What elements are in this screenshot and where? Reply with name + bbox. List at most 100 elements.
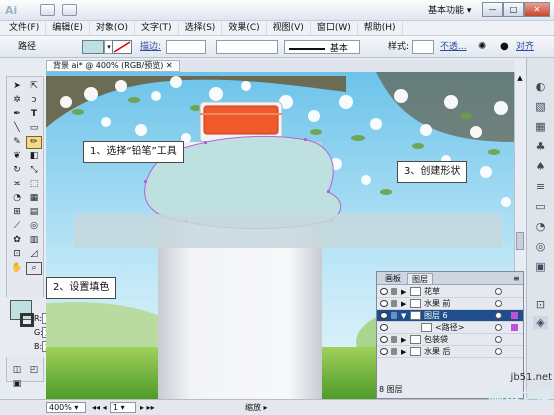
transparency-icon[interactable]: ◔ [533,220,548,233]
target-icon[interactable] [495,288,502,295]
blend-tool-icon[interactable]: ◎ [27,221,41,232]
bridge-button[interactable] [40,4,55,16]
type-tool-icon[interactable]: T [27,109,41,120]
target-icon[interactable] [495,312,502,319]
expand-triangle-icon[interactable]: ▶ [401,347,406,358]
zoom-field[interactable]: 400% ▾ [46,402,86,413]
panel-menu-icon[interactable]: ≡ [509,273,524,284]
fill-swatch[interactable] [82,40,104,54]
menu-edit[interactable]: 编辑(E) [46,21,90,35]
artboards-icon[interactable]: ⊡ [533,298,548,311]
scroll-up-icon[interactable]: ▲ [516,74,524,82]
expand-triangle-icon[interactable]: ▶ [401,335,406,346]
vertical-scroll-thumb[interactable] [516,232,524,250]
isolate-icon[interactable]: ● [500,41,509,53]
pen-tool-icon[interactable]: ✒ [10,109,24,120]
stroke-weight-field[interactable] [166,40,206,54]
close-button[interactable]: ✕ [524,2,550,17]
lock-icon[interactable] [391,288,397,295]
draw-normal-icon[interactable]: ◫ [10,365,24,376]
layer-row[interactable]: ▶ 水果 后 [377,346,523,358]
direct-selection-tool-icon[interactable]: ⇱ [27,81,41,92]
menu-object[interactable]: 对象(O) [90,21,136,35]
gradient-tool-icon[interactable]: ▤ [27,207,41,218]
color-guide-icon[interactable]: ▧ [533,100,548,113]
symbols-icon[interactable]: ♠ [533,160,548,173]
stroke-swatch[interactable] [112,40,132,54]
magic-wand-tool-icon[interactable]: ✲ [10,95,24,106]
visibility-icon[interactable] [380,312,388,319]
visibility-icon[interactable] [380,300,388,307]
selection-indicator[interactable] [511,312,518,319]
swatches-icon[interactable]: ▦ [533,120,548,133]
visibility-icon[interactable] [380,348,388,355]
artboard-number-field[interactable]: 1 ▾ [110,402,136,413]
shape-builder-tool-icon[interactable]: ◔ [10,193,24,204]
layer-row[interactable]: ▶ 水果 前 [377,298,523,310]
tab-artboards[interactable]: 画板 [381,273,405,284]
target-icon[interactable] [495,300,502,307]
color-panel-icon[interactable]: ◐ [533,80,548,93]
stroke-panel-icon[interactable]: ≡ [533,180,548,193]
slice-tool-icon[interactable]: ◿ [27,249,41,260]
layer-row-selected[interactable]: ▼ 图层 6 [377,310,523,322]
screen-mode-icon[interactable]: ▣ [10,379,24,390]
menu-select[interactable]: 选择(S) [179,21,223,35]
artboard-tool-icon[interactable]: ⊡ [10,249,24,260]
width-tool-icon[interactable]: ≍ [10,179,24,190]
pencil-tool-icon[interactable]: ✏ [26,136,42,149]
menu-file[interactable]: 文件(F) [3,21,47,35]
maximize-button[interactable]: □ [503,2,524,17]
visibility-icon[interactable] [380,324,388,331]
graphic-styles-icon[interactable]: ▣ [533,260,548,273]
stroke-label[interactable]: 描边: [140,41,161,53]
lock-icon[interactable] [391,312,397,319]
layer-row[interactable]: ▶ 花草 [377,286,523,298]
visibility-icon[interactable] [380,336,388,343]
line-tool-icon[interactable]: ╲ [10,123,24,134]
lock-icon[interactable] [391,336,397,343]
eyedropper-tool-icon[interactable]: ⟋ [10,221,24,232]
close-tab-icon[interactable]: ✕ [166,61,173,70]
tab-layers[interactable]: 图层 [407,273,433,284]
free-transform-tool-icon[interactable]: ⬚ [27,179,41,190]
expand-triangle-icon[interactable]: ▶ [401,299,406,310]
eraser-tool-icon[interactable]: ◧ [27,151,41,162]
paintbrush-tool-icon[interactable]: ✎ [10,137,24,148]
expand-triangle-icon[interactable]: ▶ [401,287,406,298]
artboard-prev-icon[interactable]: ◂◂ ◂ [92,402,107,413]
perspective-grid-tool-icon[interactable]: ▦ [27,193,41,204]
arrange-documents-button[interactable] [62,4,77,16]
lock-icon[interactable] [391,300,397,307]
selection-tool-icon[interactable]: ➤ [10,81,24,92]
artboard-next-icon[interactable]: ▸ ▸▸ [140,402,155,413]
menu-window[interactable]: 窗口(W) [311,21,358,35]
recolor-icon[interactable]: ✺ [478,41,486,53]
variable-width-dropdown[interactable] [216,40,278,54]
blob-brush-tool-icon[interactable]: ❦ [10,151,24,162]
zoom-tool-icon[interactable]: ⌕ [26,262,42,275]
stroke-color-swatch[interactable] [20,313,34,327]
gradient-panel-icon[interactable]: ▭ [533,200,548,213]
sublayer-row[interactable]: <路径> [377,322,523,334]
graphic-style-dropdown[interactable] [412,40,434,54]
hand-tool-icon[interactable]: ✋ [10,263,24,274]
mesh-tool-icon[interactable]: ⊞ [10,207,24,218]
lock-icon[interactable] [391,348,397,355]
align-label[interactable]: 对齐 [516,41,534,53]
appearance-icon[interactable]: ◎ [533,240,548,253]
rectangle-tool-icon[interactable]: ▭ [27,123,41,134]
opacity-label[interactable]: 不透... [440,41,467,53]
scale-tool-icon[interactable]: ⤡ [27,165,41,176]
collapse-triangle-icon[interactable]: ▼ [401,311,406,322]
layer-row[interactable]: ▶ 包装袋 [377,334,523,346]
visibility-icon[interactable] [380,288,388,295]
rotate-tool-icon[interactable]: ↻ [10,165,24,176]
target-icon[interactable] [495,348,502,355]
lasso-tool-icon[interactable]: ↄ [27,95,41,106]
target-icon[interactable] [495,324,502,331]
brush-definition-dropdown[interactable]: 基本 [284,40,360,54]
column-graph-tool-icon[interactable]: ▥ [27,235,41,246]
menu-type[interactable]: 文字(T) [135,21,179,35]
minimize-button[interactable]: — [482,2,503,17]
